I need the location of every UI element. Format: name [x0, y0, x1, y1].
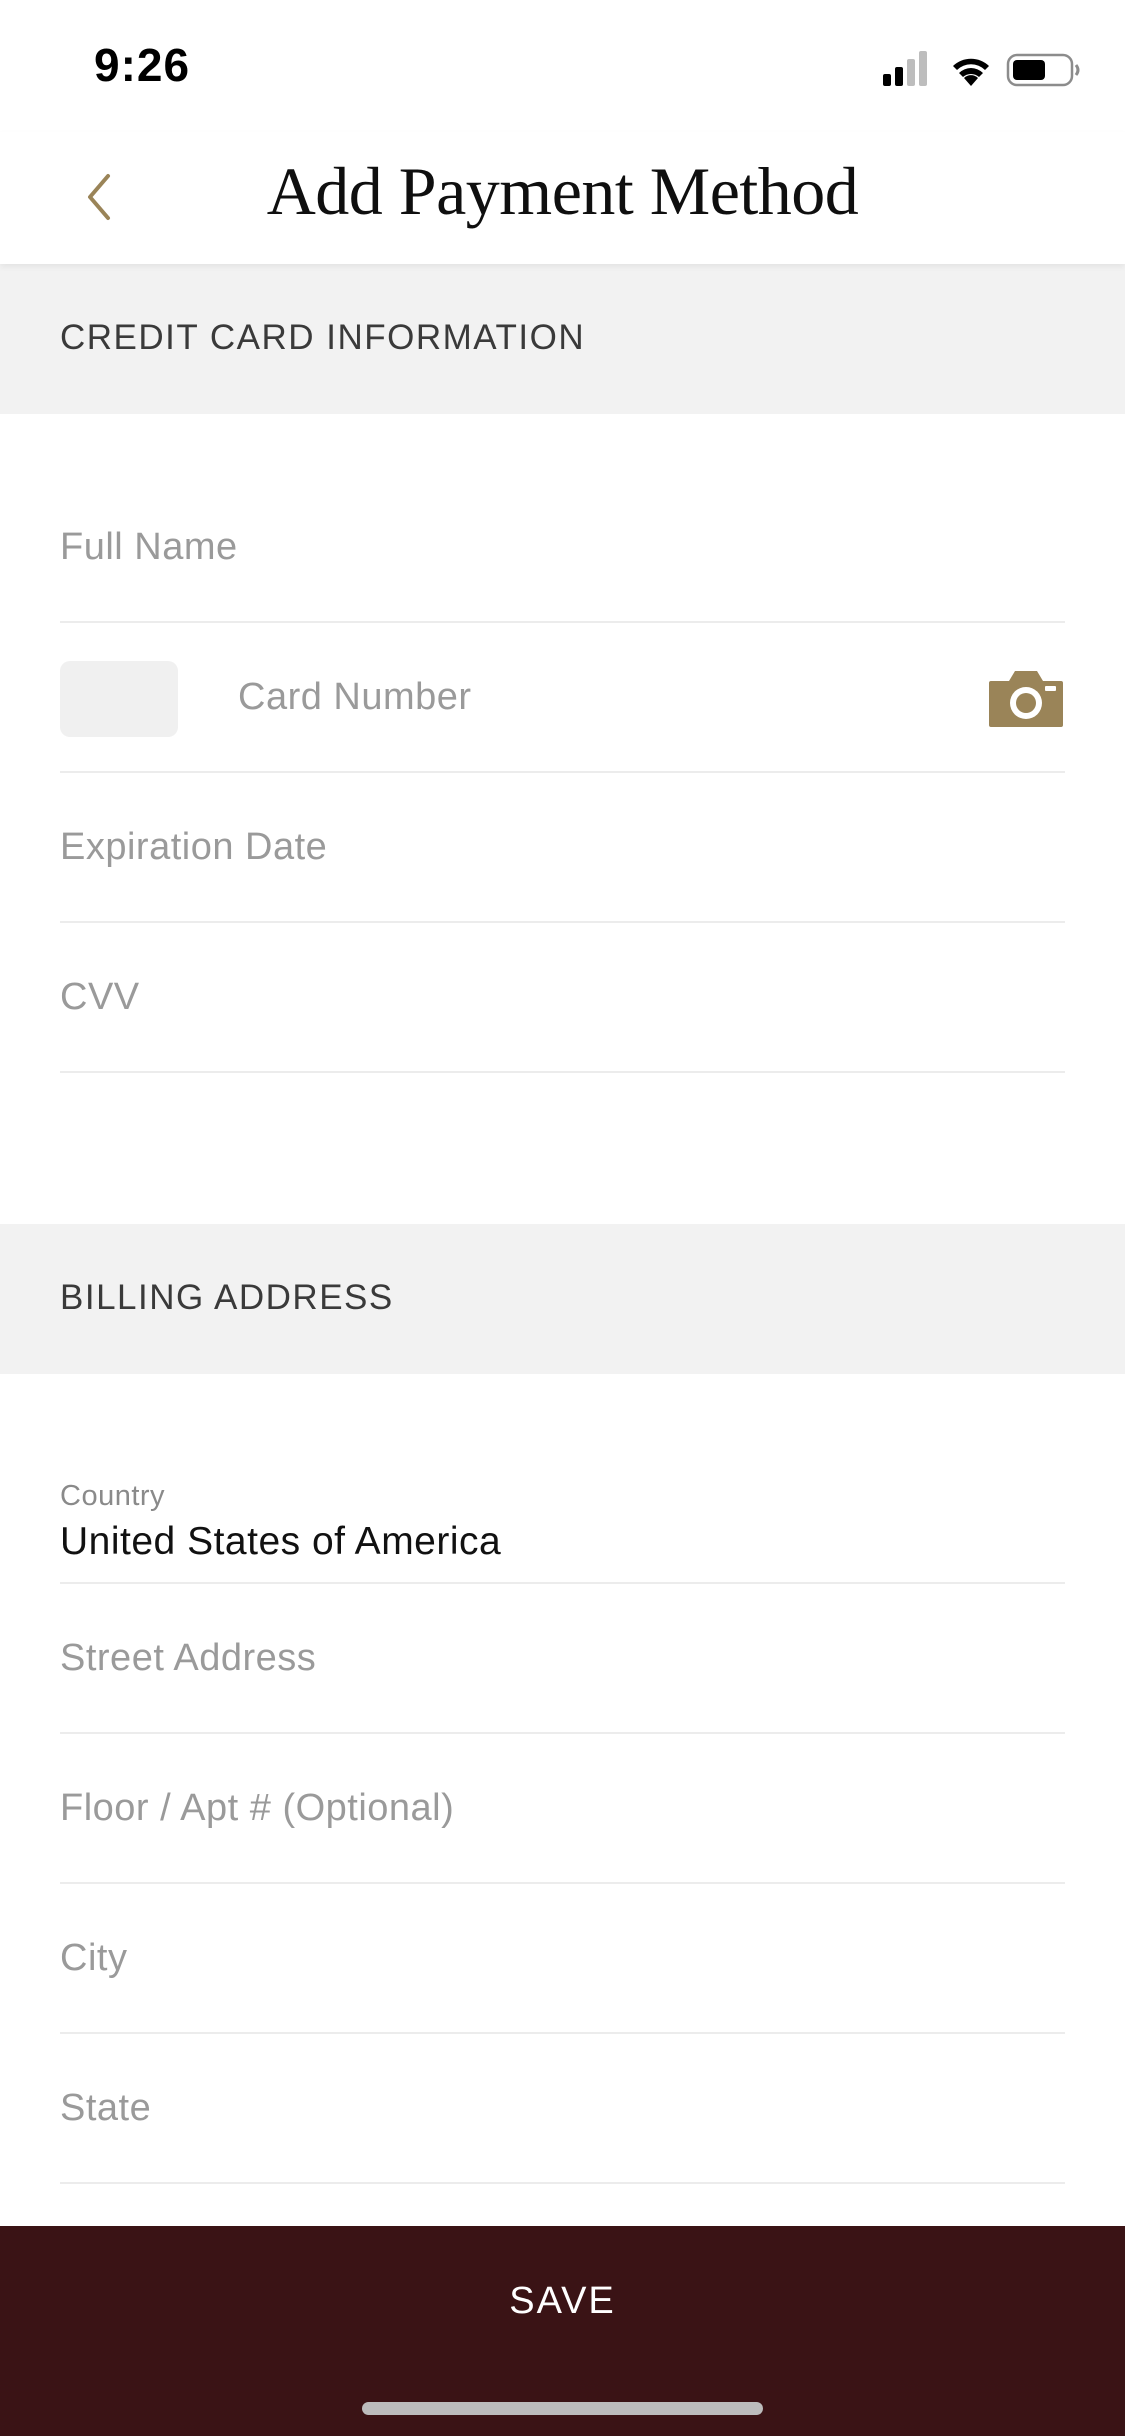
billing-address-section-header: BILLING ADDRESS — [0, 1224, 1125, 1374]
credit-card-section-header: CREDIT CARD INFORMATION — [0, 264, 1125, 414]
full-name-field — [60, 473, 1065, 623]
card-number-field — [60, 623, 1065, 773]
save-bar: SAVE — [0, 2226, 1125, 2436]
state-input[interactable] — [60, 2034, 1065, 2182]
expiration-date-field — [60, 773, 1065, 923]
cvv-input[interactable] — [60, 923, 1065, 1071]
street-address-input[interactable] — [60, 1584, 1065, 1732]
credit-card-section-title: CREDIT CARD INFORMATION — [60, 318, 586, 357]
state-field — [60, 2034, 1065, 2184]
battery-icon — [1006, 53, 1080, 87]
floor-apt-field — [60, 1734, 1065, 1884]
card-number-input[interactable] — [238, 623, 938, 771]
floor-apt-input[interactable] — [60, 1734, 1065, 1882]
city-field — [60, 1884, 1065, 2034]
country-label: Country — [60, 1480, 166, 1512]
nav-bar: Add Payment Method — [0, 132, 1125, 264]
camera-icon[interactable] — [987, 667, 1065, 729]
page-title: Add Payment Method — [266, 153, 859, 229]
billing-address-section-title: BILLING ADDRESS — [60, 1278, 394, 1317]
expiration-date-input[interactable] — [60, 773, 1065, 921]
wifi-icon — [953, 58, 989, 86]
home-indicator — [362, 2402, 763, 2415]
full-name-input[interactable] — [60, 473, 1065, 621]
country-field[interactable]: Country United States of America — [60, 1434, 1065, 1584]
status-bar: 9:26 — [0, 0, 1125, 132]
country-value: United States of America — [60, 1520, 502, 1563]
cvv-field — [60, 923, 1065, 1073]
save-button[interactable]: SAVE — [0, 2226, 1125, 2376]
city-input[interactable] — [60, 1884, 1065, 2032]
status-icons — [883, 48, 1083, 90]
card-brand-placeholder — [60, 661, 178, 737]
cellular-signal-icon — [883, 51, 927, 86]
status-time: 9:26 — [94, 39, 191, 91]
street-address-field — [60, 1584, 1065, 1734]
